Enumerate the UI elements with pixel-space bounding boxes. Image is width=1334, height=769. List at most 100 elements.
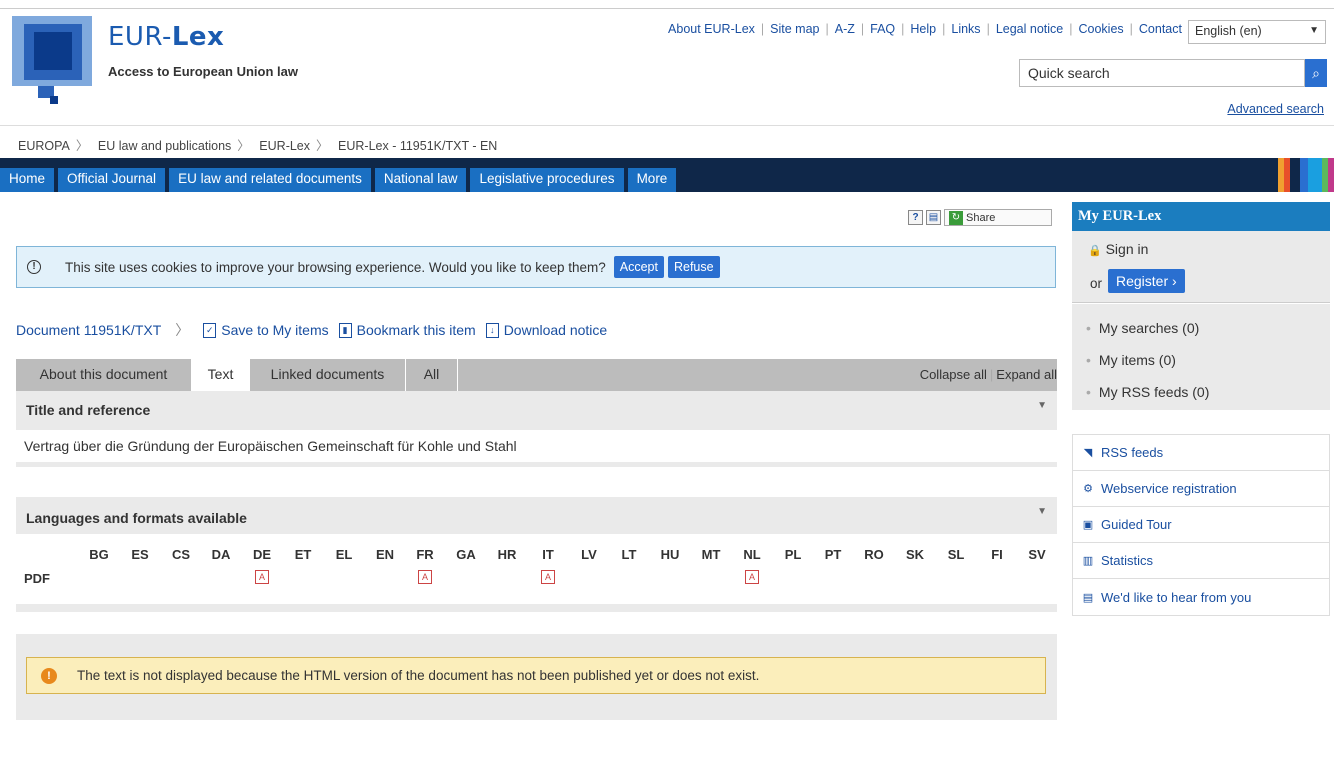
top-divider xyxy=(0,8,1334,9)
panel-languages-heading[interactable]: Languages and formats available xyxy=(16,510,257,526)
webservice-registration-link[interactable]: ⚙ Webservice registration xyxy=(1073,471,1329,507)
title-reference-panel: Title and reference ▼ Vertrag über die G… xyxy=(16,391,1057,467)
caret-down-icon[interactable]: ▼ xyxy=(1037,506,1047,517)
page-tools: ? ▤ ↻ Share xyxy=(908,209,1052,226)
language-header-lt: LT xyxy=(621,547,637,562)
language-header-bg: BG xyxy=(89,547,109,562)
bookmark-button[interactable]: ▮ Bookmark this item xyxy=(338,322,476,338)
nav-home[interactable]: Home xyxy=(0,168,55,192)
my-rss-feeds-link[interactable]: • My RSS feeds (0) xyxy=(1086,384,1209,400)
rss-feeds-link[interactable]: ◥ RSS feeds xyxy=(1073,435,1329,471)
breadcrumb-eu-law[interactable]: EU law and publications xyxy=(98,139,231,153)
link-contact[interactable]: Contact xyxy=(1139,22,1182,36)
print-icon[interactable]: ▤ xyxy=(926,210,941,225)
link-help[interactable]: Help xyxy=(910,22,936,36)
language-header-en: EN xyxy=(375,547,395,562)
nav-eu-law[interactable]: EU law and related documents xyxy=(169,168,371,192)
guided-tour-link[interactable]: ▣ Guided Tour xyxy=(1073,507,1329,543)
sign-in-box: 🔒 Sign in or Register › xyxy=(1072,231,1330,303)
document-actions: Document 11951K/TXT 〉 ✓ Save to My items … xyxy=(16,322,608,338)
statistics-link[interactable]: ▥ Statistics xyxy=(1073,543,1329,579)
my-items-box: • My searches (0) • My items (0) • My RSS f… xyxy=(1072,304,1330,410)
language-header-fi: FI xyxy=(991,547,1003,562)
rss-icon: ◥ xyxy=(1083,447,1093,459)
breadcrumb-eur-lex[interactable]: EUR-Lex xyxy=(259,139,310,153)
language-header-hr: HR xyxy=(497,547,517,562)
language-header-nl: NL xyxy=(743,547,761,562)
link-cookies[interactable]: Cookies xyxy=(1078,22,1123,36)
language-header-lv: LV xyxy=(581,547,597,562)
my-items-link[interactable]: • My items (0) xyxy=(1086,352,1176,368)
language-header-et: ET xyxy=(294,547,312,562)
cookie-banner: ! This site uses cookies to improve your… xyxy=(16,246,1056,288)
link-a-z[interactable]: A-Z xyxy=(835,22,855,36)
sidebar-links: ◥ RSS feeds ⚙ Webservice registration ▣ Gui… xyxy=(1072,434,1330,616)
language-header-sl: SL xyxy=(947,547,965,562)
link-links[interactable]: Links xyxy=(951,22,980,36)
sign-in-link[interactable]: 🔒 Sign in xyxy=(1088,241,1148,257)
tab-about-document[interactable]: About this document xyxy=(16,359,192,391)
statistics-icon: ▥ xyxy=(1082,555,1094,567)
language-select[interactable]: English (en) ▼ xyxy=(1188,20,1326,44)
accept-cookies-button[interactable]: Accept xyxy=(613,256,664,278)
register-button[interactable]: Register › xyxy=(1108,269,1185,293)
language-header-de: DE xyxy=(252,547,272,562)
caret-down-icon[interactable]: ▼ xyxy=(1037,400,1047,411)
nav-legislative-procedures[interactable]: Legislative procedures xyxy=(470,168,624,192)
language-header-ro: RO xyxy=(864,547,884,562)
language-header-sv: SV xyxy=(1028,547,1046,562)
breadcrumb-europa[interactable]: EUROPA xyxy=(18,139,70,153)
language-header-fr: FR xyxy=(416,547,434,562)
pdf-icon[interactable]: A xyxy=(737,568,767,584)
download-notice-button[interactable]: ↓ Download notice xyxy=(485,322,607,338)
pdf-icon[interactable]: A xyxy=(247,568,277,584)
language-header-pl: PL xyxy=(784,547,802,562)
link-faq[interactable]: FAQ xyxy=(870,22,895,36)
languages-table: PDF BG ES CS DA DE A ET EL EN FR A GA HR IT A LV LT HU MT NL… xyxy=(16,534,1057,604)
help-icon[interactable]: ? xyxy=(908,210,923,225)
panel-title-reference-heading[interactable]: Title and reference xyxy=(16,402,160,418)
expand-all-link[interactable]: Expand all xyxy=(996,367,1057,382)
quick-search-input[interactable]: Quick search xyxy=(1019,59,1305,87)
top-links: About EUR-Lex | Site map | A-Z | FAQ | Help |… xyxy=(668,22,1182,36)
languages-formats-panel: Languages and formats available ▼ PDF BG E… xyxy=(16,497,1057,612)
tagline: Access to European Union law xyxy=(108,64,298,79)
tab-text[interactable]: Text xyxy=(192,359,250,391)
feedback-link[interactable]: ▤ We'd like to hear from you xyxy=(1073,579,1329,615)
my-searches-link[interactable]: • My searches (0) xyxy=(1086,320,1199,336)
link-legal-notice[interactable]: Legal notice xyxy=(996,22,1063,36)
collapse-all-link[interactable]: Collapse all xyxy=(920,367,987,382)
save-to-my-items-button[interactable]: ✓ Save to My items xyxy=(203,322,329,338)
share-button[interactable]: ↻ Share xyxy=(944,209,1052,226)
pdf-icon[interactable]: A xyxy=(533,568,563,584)
share-icon: ↻ xyxy=(949,210,963,225)
language-header-pt: PT xyxy=(824,547,842,562)
nav-official-journal[interactable]: Official Journal xyxy=(58,168,166,192)
language-header-da: DA xyxy=(211,547,231,562)
breadcrumb-divider xyxy=(0,125,1334,126)
warning-icon: ! xyxy=(41,667,57,684)
save-icon: ✓ xyxy=(203,322,217,338)
my-eur-lex-title: My EUR-Lex xyxy=(1072,202,1330,231)
refuse-cookies-button[interactable]: Refuse xyxy=(667,256,720,278)
tab-linked-documents[interactable]: Linked documents xyxy=(250,359,406,391)
info-icon: ! xyxy=(27,260,41,274)
brand-title[interactable]: EUR-Lex xyxy=(108,22,224,52)
pdf-icon[interactable]: A xyxy=(410,568,440,584)
nav-more[interactable]: More xyxy=(627,168,677,192)
language-header-el: EL xyxy=(335,547,353,562)
nav-national-law[interactable]: National law xyxy=(374,168,467,192)
feedback-icon: ▤ xyxy=(1082,591,1094,604)
document-title-text: Vertrag über die Gründung der Europäisch… xyxy=(16,430,1057,462)
document-id-link[interactable]: Document 11951K/TXT xyxy=(16,322,161,338)
bookmark-icon: ▮ xyxy=(338,322,352,338)
language-header-mt: MT xyxy=(701,547,721,562)
advanced-search-link[interactable]: Advanced search xyxy=(1227,102,1324,116)
eur-lex-logo[interactable] xyxy=(12,16,102,106)
search-icon[interactable]: ⌕ xyxy=(1305,59,1327,87)
download-icon: ↓ xyxy=(485,322,499,338)
tab-all[interactable]: All xyxy=(406,359,458,391)
link-site-map[interactable]: Site map xyxy=(770,22,819,36)
document-tabs: About this document Text Linked document… xyxy=(16,359,1057,391)
link-about[interactable]: About EUR-Lex xyxy=(668,22,755,36)
